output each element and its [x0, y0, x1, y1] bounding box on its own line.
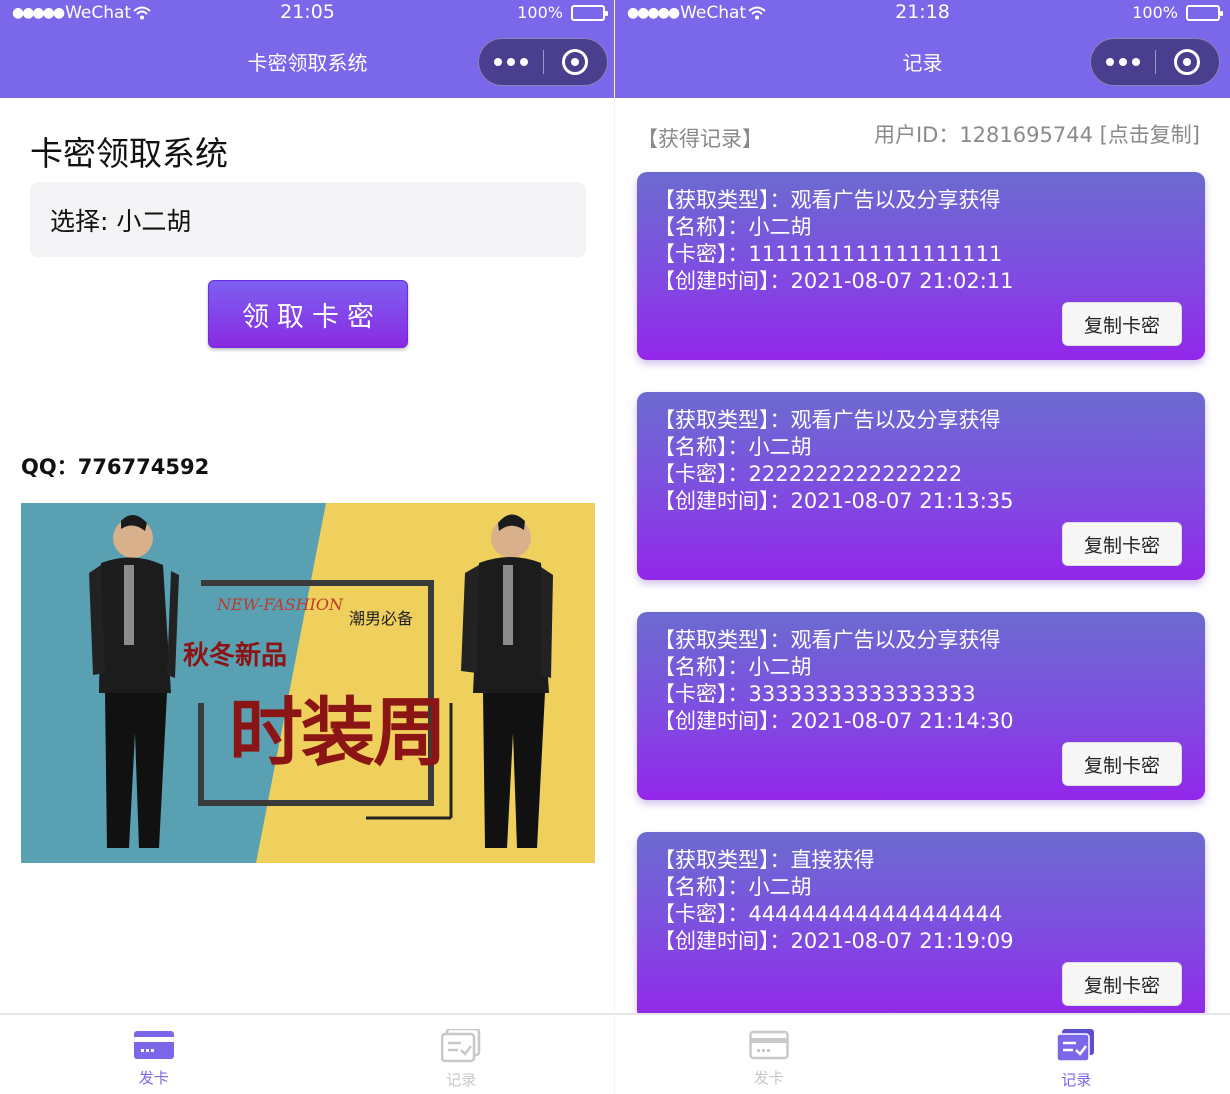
records-heading: 【获得记录】 — [637, 127, 763, 151]
claim-button[interactable]: 领取卡密 — [208, 280, 408, 348]
copy-key-button[interactable]: 复制卡密 — [1062, 302, 1182, 346]
record-type: 【获取类型】：观看广告以及分享获得 — [654, 408, 1001, 432]
copy-key-button[interactable]: 复制卡密 — [1062, 962, 1182, 1006]
record-name: 【名称】：小二胡 — [654, 215, 812, 239]
record-name: 【名称】：小二胡 — [654, 655, 812, 679]
tab-fa-ka[interactable]: 发卡 — [615, 1015, 923, 1094]
tab-label: 记录 — [1061, 1071, 1092, 1089]
card-icon — [133, 1031, 174, 1059]
banner-en: NEW-FASHION — [217, 595, 343, 614]
tab-bar: 发卡 记录 — [615, 1013, 1230, 1094]
more-dots-icon[interactable] — [1091, 58, 1155, 66]
record-key: 【卡密】：1111111111111111111 — [654, 242, 1003, 266]
record-type: 【获取类型】：观看广告以及分享获得 — [654, 628, 1001, 652]
status-battery: 100% — [517, 3, 608, 22]
copy-key-button[interactable]: 复制卡密 — [1062, 742, 1182, 786]
capsule-menu — [1090, 38, 1220, 86]
status-battery: 100% — [1132, 3, 1223, 22]
product-select[interactable]: 选择: 小二胡 — [30, 182, 586, 257]
right-screen: ●●●●● WeChat 21:18 100% 记录 【获得记录】 用户ID：1… — [615, 0, 1230, 1094]
promo-banner[interactable]: NEW-FASHION 潮男必备 秋冬新品 时装周 — [21, 503, 595, 863]
qq-contact: QQ：776774592 — [21, 455, 210, 479]
record-created: 【创建时间】：2021-08-07 21:02:11 — [654, 269, 1014, 293]
nav-header: ●●●●● WeChat 21:18 100% 记录 — [615, 0, 1230, 98]
record-card: 【获取类型】：观看广告以及分享获得 【名称】：小二胡 【卡密】：33333333… — [637, 612, 1205, 800]
close-circle-icon[interactable] — [1156, 49, 1220, 75]
tab-fa-ka[interactable]: 发卡 — [0, 1015, 308, 1094]
banner-main: 时装周 — [229, 690, 447, 776]
select-value: 选择: 小二胡 — [50, 206, 192, 236]
record-key: 【卡密】：2222222222222222 — [654, 462, 963, 486]
record-type: 【获取类型】：观看广告以及分享获得 — [654, 188, 1001, 212]
user-id-copy[interactable]: 用户ID：1281695744 [点击复制] — [874, 119, 1200, 149]
battery-icon — [571, 4, 608, 21]
record-type: 【获取类型】：直接获得 — [654, 848, 875, 872]
card-icon — [749, 1030, 789, 1060]
record-name: 【名称】：小二胡 — [654, 435, 812, 459]
copy-key-button[interactable]: 复制卡密 — [1062, 522, 1182, 566]
more-dots-icon[interactable] — [479, 58, 543, 66]
record-name: 【名称】：小二胡 — [654, 875, 812, 899]
records-icon — [441, 1029, 481, 1063]
record-card: 【获取类型】：观看广告以及分享获得 【名称】：小二胡 【卡密】：11111111… — [637, 172, 1205, 360]
capsule-menu — [478, 38, 608, 86]
record-key: 【卡密】：4444444444444444444 — [654, 902, 1003, 926]
record-created: 【创建时间】：2021-08-07 21:14:30 — [654, 709, 1014, 733]
records-icon — [1056, 1029, 1095, 1062]
record-created: 【创建时间】：2021-08-07 21:19:09 — [654, 929, 1014, 953]
record-card: 【获取类型】：观看广告以及分享获得 【名称】：小二胡 【卡密】：22222222… — [637, 392, 1205, 580]
left-screen: ●●●●● WeChat 21:05 100% 卡密领取系统 卡密领取系统 选择… — [0, 0, 615, 1094]
banner-sub: 秋冬新品 — [183, 641, 288, 671]
battery-percent: 100% — [1132, 3, 1178, 22]
tab-label: 发卡 — [753, 1069, 784, 1087]
tab-bar: 发卡 记录 — [0, 1013, 615, 1094]
tab-label: 记录 — [446, 1071, 477, 1089]
tab-records[interactable]: 记录 — [923, 1015, 1230, 1094]
tab-label: 发卡 — [138, 1069, 169, 1087]
page-title: 卡密领取系统 — [30, 134, 228, 173]
tab-records[interactable]: 记录 — [308, 1015, 616, 1094]
close-circle-icon[interactable] — [544, 49, 608, 75]
nav-header: ●●●●● WeChat 21:05 100% 卡密领取系统 — [0, 0, 615, 98]
battery-percent: 100% — [517, 3, 563, 22]
record-key: 【卡密】：33333333333333333 — [654, 682, 976, 706]
battery-icon — [1186, 4, 1223, 21]
banner-tag: 潮男必备 — [349, 609, 414, 628]
record-created: 【创建时间】：2021-08-07 21:13:35 — [654, 489, 1014, 513]
record-card: 【获取类型】：直接获得 【名称】：小二胡 【卡密】：44444444444444… — [637, 832, 1205, 1020]
